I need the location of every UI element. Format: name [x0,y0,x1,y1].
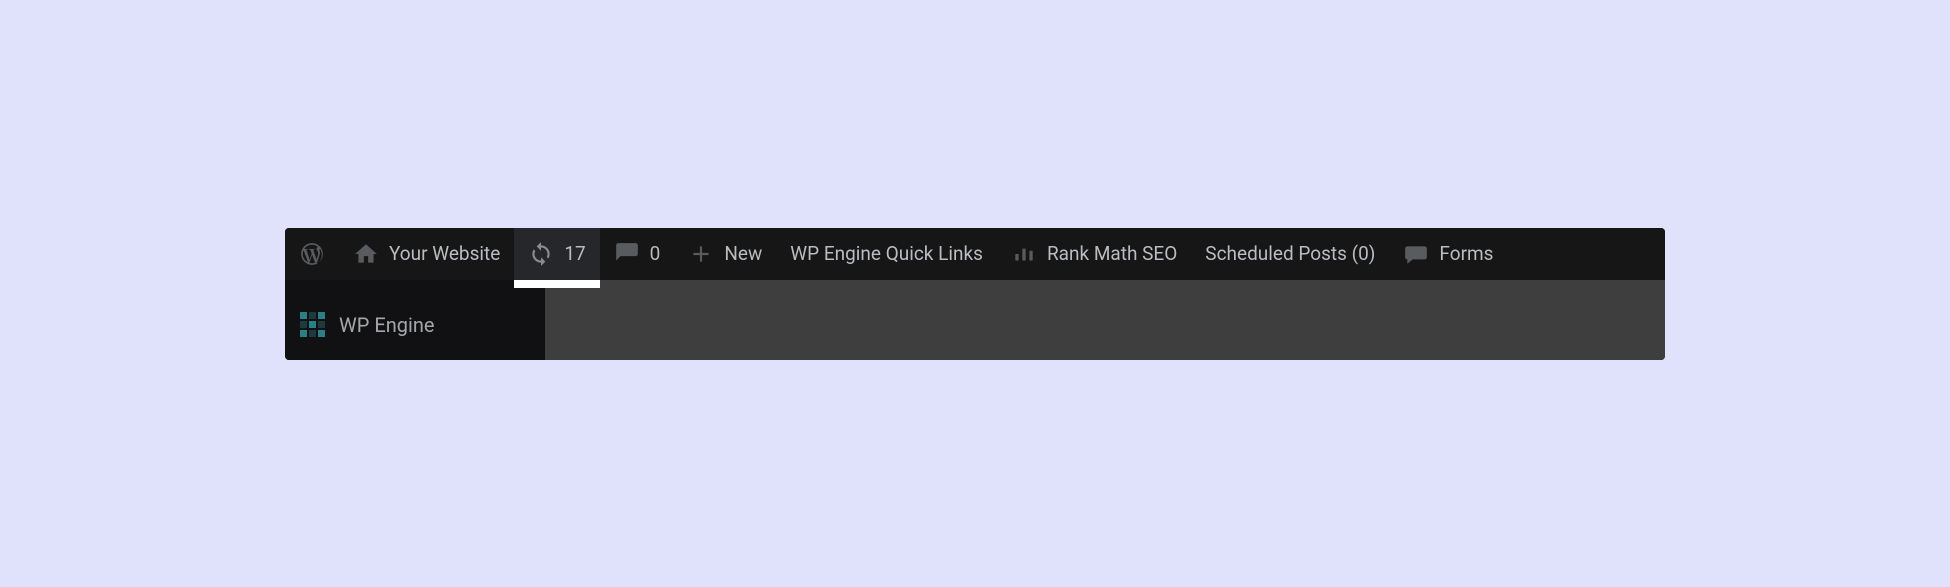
updates-menu[interactable]: 17 [514,228,599,280]
home-icon [353,241,379,267]
rank-math-label: Rank Math SEO [1047,242,1177,265]
scheduled-posts-menu[interactable]: Scheduled Posts (0) [1191,228,1389,280]
wp-engine-grid-icon [299,312,325,338]
new-content-menu[interactable]: New [674,228,776,280]
comment-icon [614,241,640,267]
admin-sidebar: WP Engine [285,280,545,360]
forms-menu[interactable]: Forms [1389,228,1507,280]
wp-engine-quicklinks-label: WP Engine Quick Links [790,242,983,265]
wordpress-admin-frame: Your Website 17 0 New WP Engine Quick Li… [285,228,1665,360]
admin-body: WP Engine [285,280,1665,360]
admin-content-area [545,280,1665,360]
wordpress-logo-menu[interactable] [285,228,339,280]
wordpress-logo-icon [299,241,325,267]
new-label: New [724,242,762,265]
wp-engine-quicklinks-menu[interactable]: WP Engine Quick Links [776,228,997,280]
wp-admin-toolbar: Your Website 17 0 New WP Engine Quick Li… [285,228,1665,280]
bar-chart-icon [1011,241,1037,267]
rank-math-menu[interactable]: Rank Math SEO [997,228,1191,280]
forms-label: Forms [1439,242,1493,265]
sidebar-item-label: WP Engine [339,313,434,337]
forms-icon [1403,241,1429,267]
refresh-icon [528,241,554,267]
comments-menu[interactable]: 0 [600,228,675,280]
scheduled-posts-label: Scheduled Posts (0) [1205,242,1375,265]
updates-count: 17 [564,242,585,265]
site-name-menu[interactable]: Your Website [339,228,514,280]
site-name-label: Your Website [389,242,500,265]
comments-count: 0 [650,242,661,265]
plus-icon [688,241,714,267]
sidebar-item-wp-engine[interactable]: WP Engine [285,300,545,350]
